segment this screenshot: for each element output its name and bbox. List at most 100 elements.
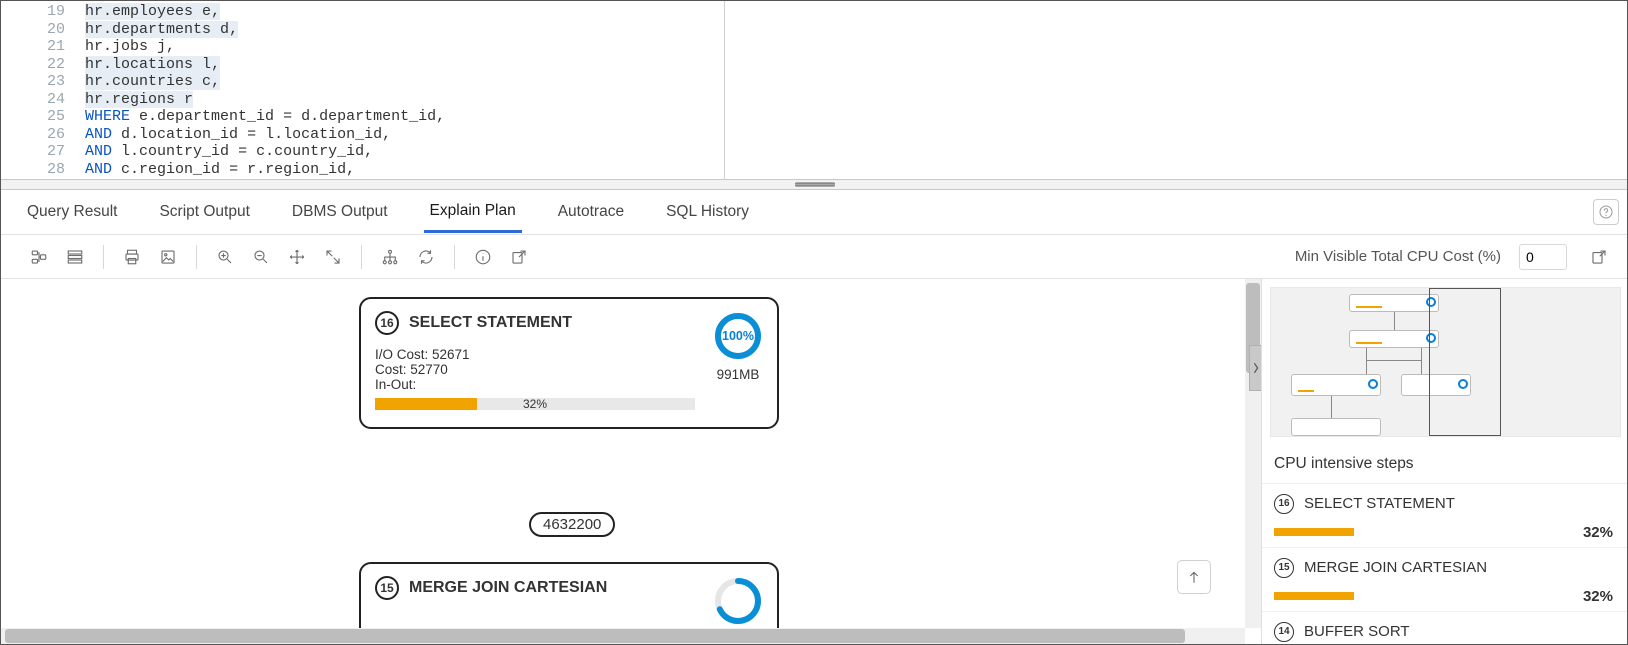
step-cpu-bar <box>1274 528 1354 536</box>
external-link-icon <box>510 248 528 266</box>
vertical-scrollbar[interactable] <box>1245 279 1261 628</box>
plan-edges <box>1 279 301 429</box>
tab-dbms-output[interactable]: DBMS Output <box>286 193 394 231</box>
step-cpu-pct: 32% <box>1583 588 1613 605</box>
node-inout: In-Out: <box>375 377 763 392</box>
toolbar-separator <box>103 245 104 269</box>
scrollbar-thumb[interactable] <box>5 629 1185 643</box>
cpu-step-item[interactable]: 15 MERGE JOIN CARTESIAN 32% <box>1262 548 1628 612</box>
layout-tree-button[interactable] <box>25 243 53 271</box>
node-title: SELECT STATEMENT <box>409 314 572 332</box>
line-number: 19 <box>29 3 85 21</box>
result-tab-bar: Query Result Script Output DBMS Output E… <box>1 190 1628 235</box>
toolbar-separator <box>196 245 197 269</box>
tab-autotrace[interactable]: Autotrace <box>552 193 630 231</box>
layout-list-button[interactable] <box>61 243 89 271</box>
arrow-up-icon <box>1186 569 1202 585</box>
horizontal-scrollbar[interactable] <box>1 628 1245 644</box>
min-cost-input[interactable] <box>1519 244 1567 270</box>
help-button[interactable] <box>1593 199 1619 225</box>
editor-vertical-divider <box>724 1 725 179</box>
plan-node-select-statement[interactable]: 16 SELECT STATEMENT I/O Cost: 52671 Cost… <box>359 297 779 429</box>
popout-icon <box>1590 248 1608 266</box>
popout-button[interactable] <box>1585 243 1613 271</box>
min-cost-label: Min Visible Total CPU Cost (%) <box>1295 248 1501 265</box>
line-number: 22 <box>29 56 85 74</box>
step-badge: 16 <box>375 311 399 335</box>
expand-icon <box>324 248 342 266</box>
code-line[interactable]: 20hr.departments d, <box>29 21 1627 39</box>
step-label: MERGE JOIN CARTESIAN <box>1304 559 1487 576</box>
code-text: WHERE e.department_id = d.department_id, <box>85 108 445 126</box>
node-ring <box>713 576 763 626</box>
step-label: BUFFER SORT <box>1304 623 1410 640</box>
code-line[interactable]: 27AND l.country_id = c.country_id, <box>29 143 1627 161</box>
line-number: 25 <box>29 108 85 126</box>
open-external-button[interactable] <box>505 243 533 271</box>
cpu-step-item[interactable]: 14 BUFFER SORT <box>1262 612 1628 644</box>
cpu-step-list[interactable]: 16 SELECT STATEMENT 32% 15 MERGE JOIN CA… <box>1262 483 1628 644</box>
plan-toolbar: Min Visible Total CPU Cost (%) <box>1 235 1628 279</box>
print-button[interactable] <box>118 243 146 271</box>
scroll-to-top-button[interactable] <box>1177 560 1211 594</box>
zoom-in-icon <box>216 248 234 266</box>
plan-minimap[interactable] <box>1262 279 1628 445</box>
code-text: AND d.location_id = l.location_id, <box>85 126 391 144</box>
code-text: hr.employees e, <box>85 3 220 21</box>
code-line[interactable]: 25WHERE e.department_id = d.department_i… <box>29 108 1627 126</box>
info-button[interactable] <box>469 243 497 271</box>
sql-editor[interactable]: 19hr.employees e,20hr.departments d,21hr… <box>1 1 1627 179</box>
tree-layout-icon <box>30 248 48 266</box>
horizontal-splitter[interactable] <box>1 179 1628 190</box>
tab-sql-history[interactable]: SQL History <box>660 193 755 231</box>
fullscreen-button[interactable] <box>319 243 347 271</box>
sidebar-title: CPU intensive steps <box>1262 445 1628 483</box>
code-line[interactable]: 28AND c.region_id = r.region_id, <box>29 161 1627 179</box>
code-line[interactable]: 22hr.locations l, <box>29 56 1627 74</box>
hierarchy-icon <box>381 248 399 266</box>
code-text: AND l.country_id = c.country_id, <box>85 143 373 161</box>
refresh-button[interactable] <box>412 243 440 271</box>
step-cpu-pct: 32% <box>1583 524 1613 541</box>
zoom-out-button[interactable] <box>247 243 275 271</box>
step-badge: 15 <box>1274 558 1294 578</box>
help-icon <box>1598 204 1614 220</box>
line-number: 21 <box>29 38 85 56</box>
code-text: hr.locations l, <box>85 56 220 74</box>
node-size: 991MB <box>713 367 763 382</box>
step-cpu-bar <box>1274 592 1354 600</box>
hierarchy-button[interactable] <box>376 243 404 271</box>
refresh-icon <box>417 248 435 266</box>
code-line[interactable]: 19hr.employees e, <box>29 3 1627 21</box>
cpu-steps-sidebar: CPU intensive steps 16 SELECT STATEMENT … <box>1261 279 1628 644</box>
code-text: hr.regions r <box>85 91 193 109</box>
code-line[interactable]: 24hr.regions r <box>29 91 1627 109</box>
zoom-out-icon <box>252 248 270 266</box>
save-image-button[interactable] <box>154 243 182 271</box>
plan-canvas[interactable]: 16 SELECT STATEMENT I/O Cost: 52671 Cost… <box>1 279 1261 644</box>
info-icon <box>474 248 492 266</box>
code-line[interactable]: 26AND d.location_id = l.location_id, <box>29 126 1627 144</box>
pan-button[interactable] <box>283 243 311 271</box>
splitter-grip-icon <box>795 182 835 187</box>
toolbar-separator <box>454 245 455 269</box>
image-icon <box>159 248 177 266</box>
code-text: hr.departments d, <box>85 21 238 39</box>
plan-work-area: 16 SELECT STATEMENT I/O Cost: 52671 Cost… <box>1 279 1628 644</box>
tab-explain-plan[interactable]: Explain Plan <box>424 192 522 233</box>
tab-query-result[interactable]: Query Result <box>21 193 123 231</box>
node-ring-pct: 100% <box>713 311 763 361</box>
step-badge: 15 <box>375 576 399 600</box>
code-line[interactable]: 21hr.jobs j, <box>29 38 1627 56</box>
sidebar-collapse-handle[interactable] <box>1249 345 1262 391</box>
code-text: hr.countries c, <box>85 73 220 91</box>
line-number: 28 <box>29 161 85 179</box>
node-cost: Cost: 52770 <box>375 362 763 377</box>
cpu-step-item[interactable]: 16 SELECT STATEMENT 32% <box>1262 484 1628 548</box>
line-number: 20 <box>29 21 85 39</box>
node-ring: 100% <box>713 311 763 361</box>
code-line[interactable]: 23hr.countries c, <box>29 73 1627 91</box>
list-layout-icon <box>66 248 84 266</box>
zoom-in-button[interactable] <box>211 243 239 271</box>
tab-script-output[interactable]: Script Output <box>153 193 255 231</box>
